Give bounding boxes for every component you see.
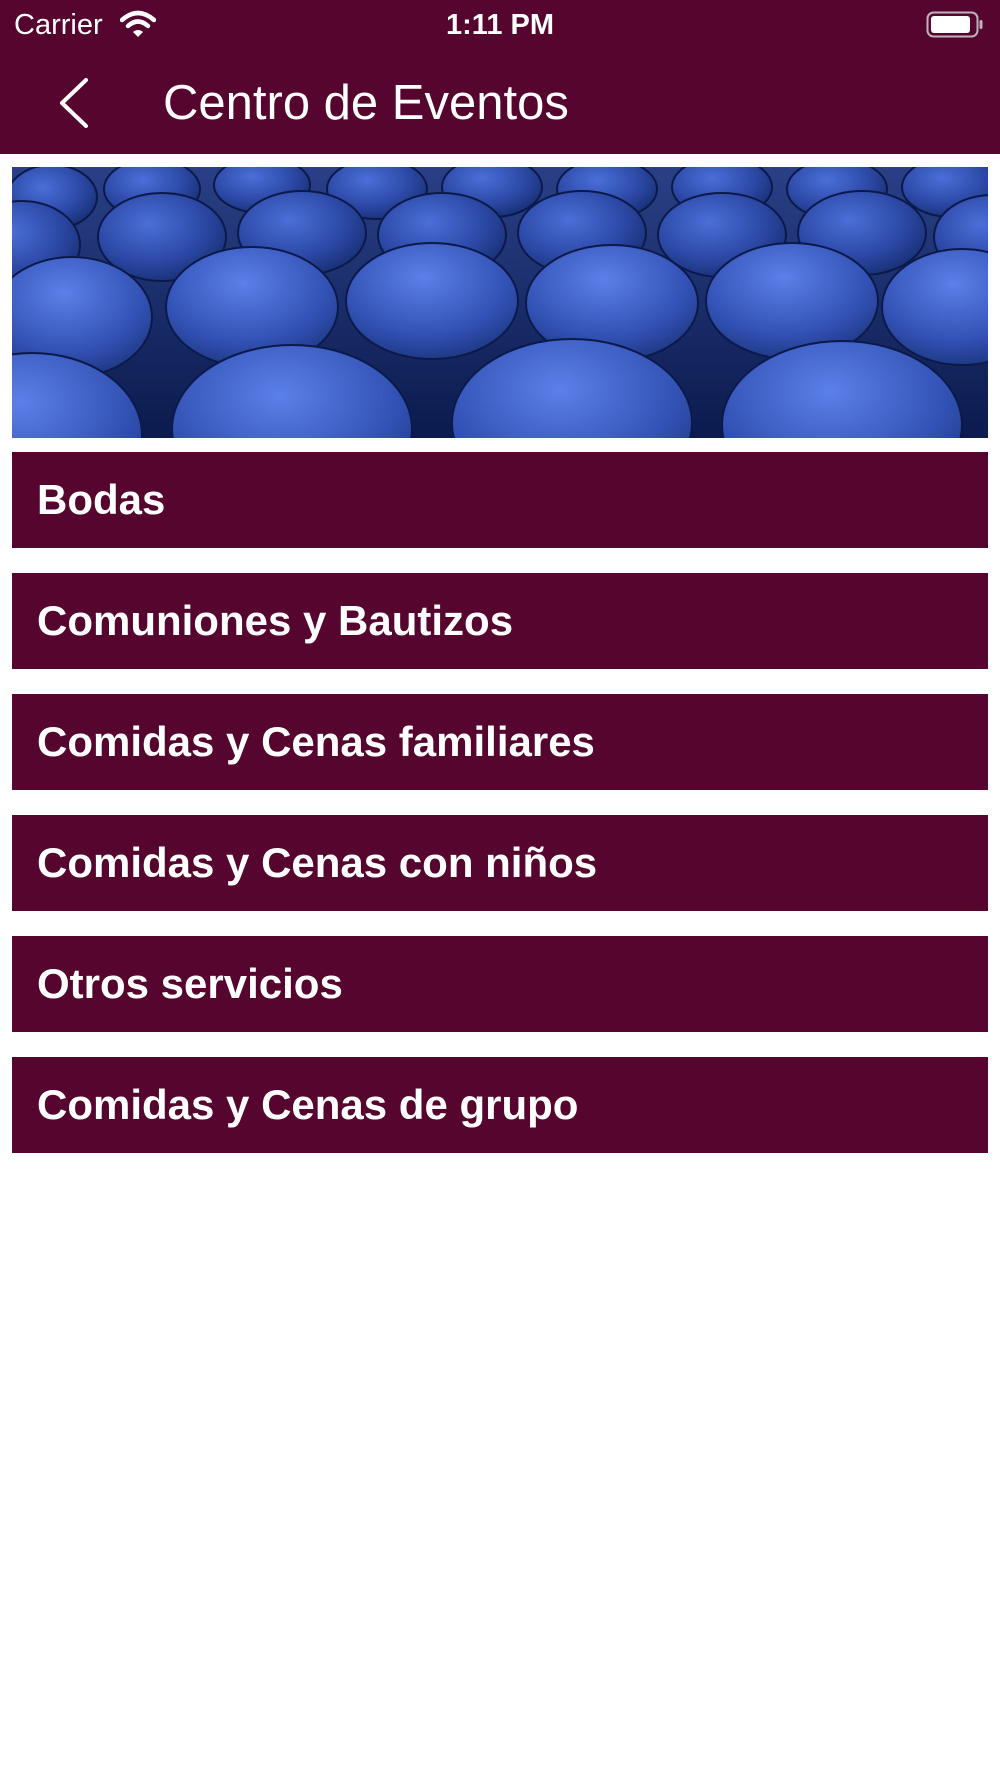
menu-item-bodas[interactable]: Bodas bbox=[12, 452, 988, 548]
menu-item-label: Bodas bbox=[37, 476, 166, 523]
back-button[interactable] bbox=[44, 72, 106, 134]
event-category-list: Bodas Comuniones y Bautizos Comidas y Ce… bbox=[12, 452, 988, 1178]
page-title: Centro de Eventos bbox=[163, 76, 569, 130]
battery-icon bbox=[926, 11, 983, 38]
menu-item-comidas-cenas-grupo[interactable]: Comidas y Cenas de grupo bbox=[12, 1057, 988, 1153]
auditorium-seats-illustration bbox=[12, 167, 988, 438]
menu-item-otros-servicios[interactable]: Otros servicios bbox=[12, 936, 988, 1032]
nav-bar: Centro de Eventos bbox=[0, 52, 1000, 154]
header: Carrier 1:11 PM Centro de Eventos bbox=[0, 0, 1000, 154]
menu-item-label: Comidas y Cenas familiares bbox=[37, 718, 595, 765]
menu-item-comuniones-bautizos[interactable]: Comuniones y Bautizos bbox=[12, 573, 988, 669]
status-time: 1:11 PM bbox=[446, 9, 554, 41]
hero-image bbox=[12, 167, 988, 438]
menu-item-label: Comidas y Cenas con niños bbox=[37, 839, 598, 886]
menu-item-comidas-cenas-familiares[interactable]: Comidas y Cenas familiares bbox=[12, 694, 988, 790]
chevron-left-icon bbox=[60, 78, 88, 128]
menu-item-label: Comuniones y Bautizos bbox=[37, 597, 514, 644]
menu-item-comidas-cenas-ninos[interactable]: Comidas y Cenas con niños bbox=[12, 815, 988, 911]
menu-item-label: Otros servicios bbox=[37, 960, 343, 1007]
menu-item-label: Comidas y Cenas de grupo bbox=[37, 1081, 579, 1128]
status-bar: Carrier 1:11 PM bbox=[0, 0, 1000, 52]
